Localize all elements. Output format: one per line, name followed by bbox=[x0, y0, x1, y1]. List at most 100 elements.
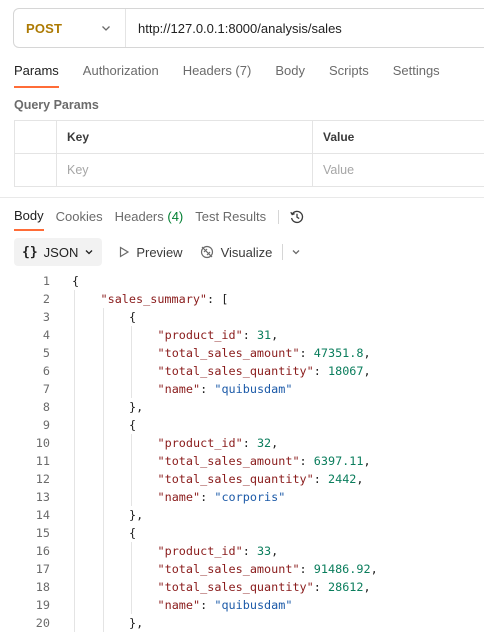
json-punctuation: , bbox=[363, 346, 371, 360]
table-row: Key Value bbox=[15, 154, 484, 187]
key-input[interactable]: Key bbox=[57, 154, 313, 186]
code-text: "total_sales_quantity": 18067, bbox=[158, 362, 371, 380]
indent-guide bbox=[74, 290, 75, 308]
visualize-button[interactable]: Visualize bbox=[199, 244, 272, 260]
tab-headers[interactable]: Headers (7) bbox=[183, 63, 252, 88]
indent-guide bbox=[74, 506, 75, 524]
tab-settings[interactable]: Settings bbox=[393, 63, 440, 88]
json-punctuation: : bbox=[242, 328, 257, 342]
json-number: 47351.8 bbox=[313, 346, 364, 360]
indent-guide bbox=[74, 452, 75, 470]
visualize-icon bbox=[200, 245, 213, 259]
value-input[interactable]: Value bbox=[313, 154, 484, 186]
chevron-down-icon bbox=[85, 250, 93, 255]
method-selector[interactable]: POST bbox=[14, 9, 126, 47]
json-punctuation: }, bbox=[129, 508, 144, 522]
indent-guide bbox=[131, 344, 132, 362]
headers-label: Headers bbox=[114, 209, 164, 224]
chevron-down-icon[interactable] bbox=[291, 247, 301, 257]
preview-button[interactable]: Preview bbox=[118, 245, 183, 260]
code-text: "total_sales_quantity": 2442, bbox=[158, 470, 364, 488]
response-tabs: Body Cookies Headers (4) Test Results bbox=[14, 208, 305, 231]
tab-params[interactable]: Params bbox=[14, 63, 59, 88]
tab-authorization[interactable]: Authorization bbox=[83, 63, 159, 88]
json-punctuation: , bbox=[356, 472, 364, 486]
tab-test-results[interactable]: Test Results bbox=[195, 209, 266, 230]
indent-guide bbox=[102, 578, 104, 596]
json-number: 2442 bbox=[327, 472, 357, 486]
json-key: "product_id" bbox=[157, 544, 243, 558]
line-number: 3 bbox=[42, 310, 50, 324]
json-punctuation: }, bbox=[129, 400, 144, 414]
indent-guide bbox=[102, 470, 104, 488]
json-punctuation: , bbox=[363, 580, 371, 594]
code-line: 1{ bbox=[0, 272, 484, 290]
indent-guide bbox=[102, 380, 104, 398]
indent-guide bbox=[102, 362, 104, 380]
method-label: POST bbox=[26, 20, 63, 36]
tab-response-body[interactable]: Body bbox=[14, 208, 44, 231]
value-column-header: Value bbox=[313, 121, 484, 153]
indent-guide bbox=[74, 542, 75, 560]
line-number: 14 bbox=[35, 508, 50, 522]
history-icon[interactable] bbox=[289, 209, 305, 225]
indent-guide bbox=[102, 308, 104, 326]
line-number: 16 bbox=[35, 544, 50, 558]
play-icon bbox=[120, 246, 130, 258]
json-punctuation: { bbox=[72, 274, 80, 288]
code-line: 18 "total_sales_quantity": 28612, bbox=[0, 578, 484, 596]
indent-guide bbox=[102, 398, 104, 416]
json-key: "name" bbox=[157, 490, 201, 504]
json-punctuation: : [ bbox=[207, 292, 229, 306]
json-punctuation: { bbox=[129, 310, 137, 324]
json-key: "total_sales_amount" bbox=[157, 346, 300, 360]
url-input[interactable]: http://127.0.0.1:8000/analysis/sales bbox=[126, 21, 342, 36]
json-punctuation: : bbox=[313, 472, 328, 486]
code-text: "sales_summary": [ bbox=[101, 290, 229, 308]
json-punctuation: , bbox=[370, 562, 378, 576]
indent-guide bbox=[102, 542, 104, 560]
indent-guide bbox=[131, 578, 132, 596]
code-line: 2 "sales_summary": [ bbox=[0, 290, 484, 308]
code-line: 3{ bbox=[0, 308, 484, 326]
line-number: 11 bbox=[35, 454, 50, 468]
tab-separator bbox=[278, 209, 280, 224]
indent-guide bbox=[74, 434, 75, 452]
indent-guide bbox=[74, 308, 75, 326]
json-key: "total_sales_amount" bbox=[157, 562, 300, 576]
json-punctuation: : bbox=[200, 598, 215, 612]
indent-guide bbox=[102, 506, 104, 524]
indent-guide bbox=[131, 452, 132, 470]
tab-cookies[interactable]: Cookies bbox=[56, 209, 103, 230]
line-number: 2 bbox=[42, 292, 50, 306]
indent-guide bbox=[131, 362, 132, 380]
indent-guide bbox=[131, 380, 132, 398]
code-text: }, bbox=[129, 398, 143, 416]
line-number: 4 bbox=[42, 328, 50, 342]
tab-response-headers[interactable]: Headers (4) bbox=[115, 209, 184, 230]
json-punctuation: : bbox=[299, 454, 314, 468]
json-string: "quibusdam" bbox=[214, 598, 293, 612]
indent-guide bbox=[74, 560, 75, 578]
indent-guide bbox=[74, 596, 75, 614]
line-number: 1 bbox=[42, 274, 50, 288]
line-number: 13 bbox=[35, 490, 50, 504]
tab-scripts[interactable]: Scripts bbox=[329, 63, 369, 88]
code-line: 12 "total_sales_quantity": 2442, bbox=[0, 470, 484, 488]
code-text: "total_sales_amount": 6397.11, bbox=[158, 452, 371, 470]
code-line: 4 "product_id": 31, bbox=[0, 326, 484, 344]
json-key: "total_sales_amount" bbox=[157, 454, 300, 468]
code-line: 8}, bbox=[0, 398, 484, 416]
json-punctuation: }, bbox=[129, 616, 144, 630]
code-line: 17 "total_sales_amount": 91486.92, bbox=[0, 560, 484, 578]
indent-guide bbox=[102, 614, 104, 632]
json-punctuation: , bbox=[271, 544, 279, 558]
pane-divider[interactable] bbox=[0, 197, 484, 198]
code-line: 5 "total_sales_amount": 47351.8, bbox=[0, 344, 484, 362]
line-number: 19 bbox=[35, 598, 50, 612]
braces-icon: {} bbox=[22, 244, 38, 260]
json-punctuation: : bbox=[299, 562, 314, 576]
format-selector[interactable]: {} JSON bbox=[14, 238, 103, 266]
response-json-viewer[interactable]: 1{2 "sales_summary": [3{4 "product_id": 31… bbox=[0, 272, 484, 632]
tab-body[interactable]: Body bbox=[275, 63, 305, 88]
